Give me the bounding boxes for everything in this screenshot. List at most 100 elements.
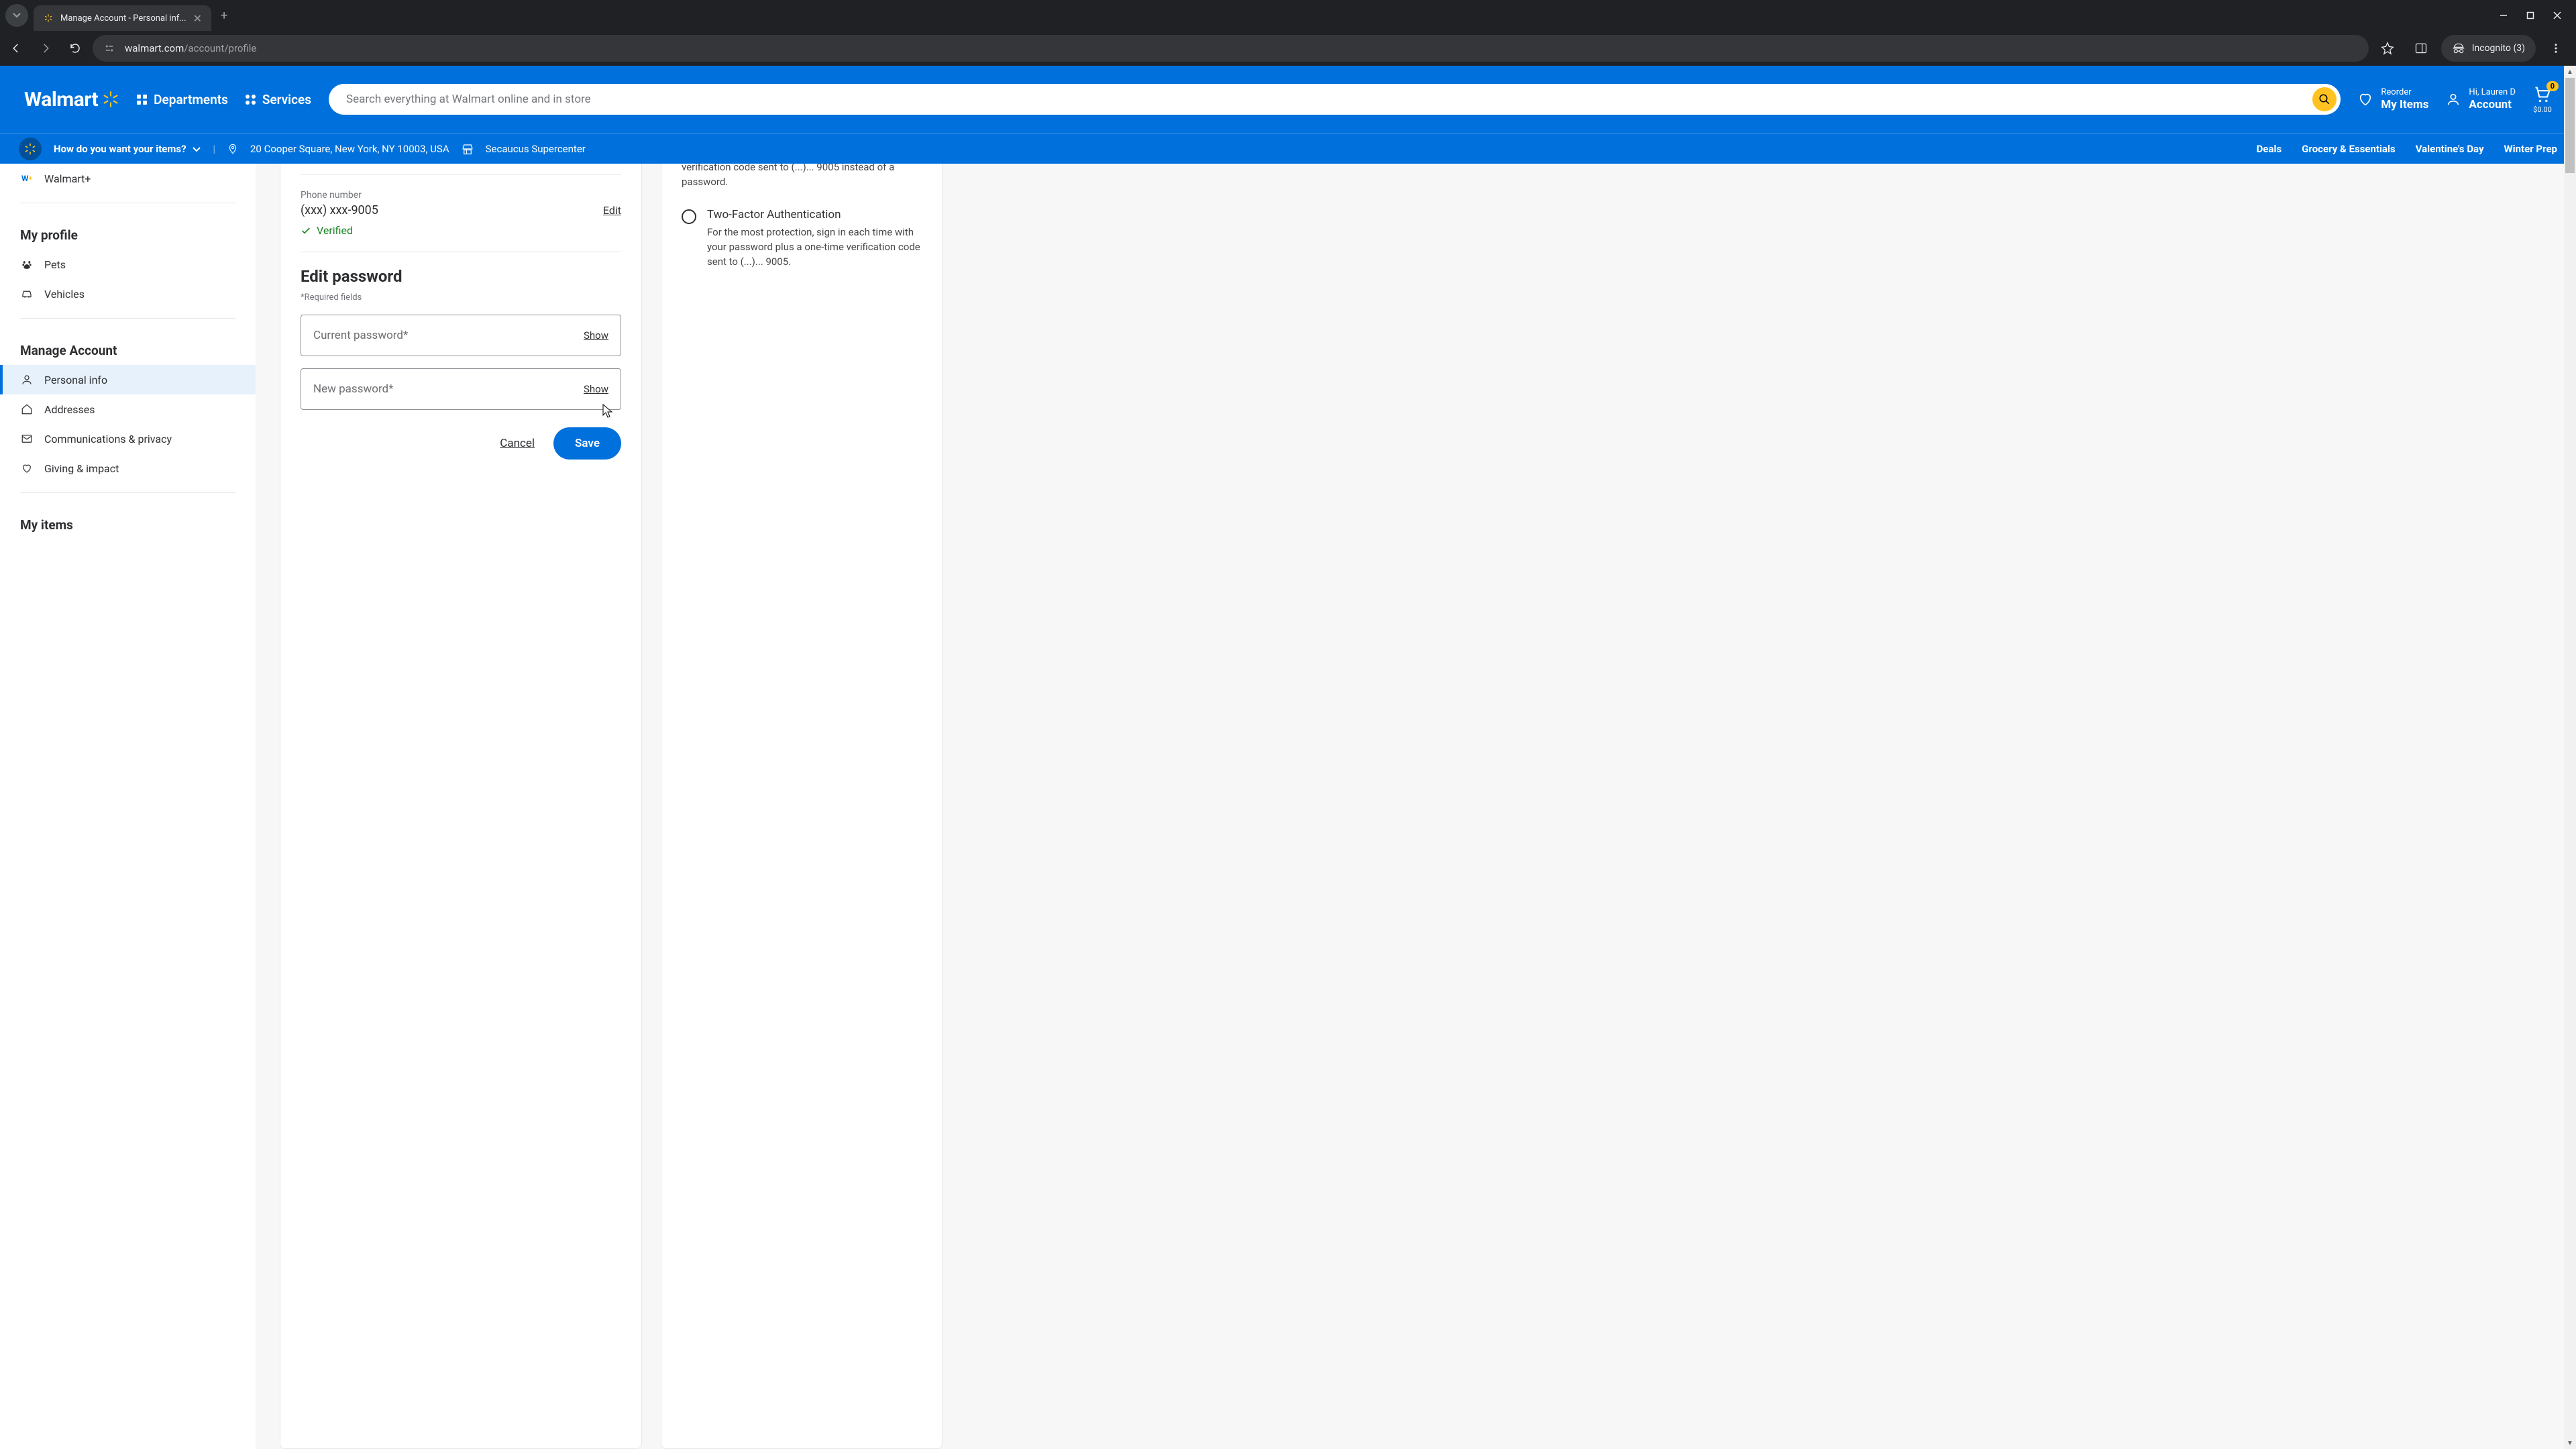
sidebar-item-pets[interactable]: Pets [0, 250, 256, 279]
services-label: Services [262, 92, 311, 107]
scroll-down-icon[interactable]: ▼ [2564, 1437, 2576, 1449]
forward-button[interactable] [34, 36, 58, 60]
scrollbar-thumb[interactable] [2565, 78, 2575, 173]
subnav-link[interactable]: Winter Prep [2504, 143, 2557, 155]
bookmark-button[interactable] [2374, 35, 2401, 62]
store-text[interactable]: Secaucus Supercenter [486, 143, 586, 155]
save-button[interactable]: Save [553, 427, 621, 460]
sidebar-item-vehicles[interactable]: Vehicles [0, 279, 256, 309]
content-area: W+ Walmart+ My profile Pets Vehicles Man… [0, 164, 2576, 1449]
address-text[interactable]: 20 Cooper Square, New York, NY 10003, US… [250, 143, 449, 155]
paw-icon [20, 258, 34, 271]
tab-bar: Manage Account - Personal inf... ✕ + [0, 0, 2576, 31]
url-domain: walmart.com [125, 42, 184, 54]
sidebar-item-communications[interactable]: Communications & privacy [0, 424, 256, 453]
account-text: Account [2469, 98, 2516, 111]
maximize-icon[interactable] [2526, 11, 2534, 19]
personal-info-card: 12de77e3@moodjoy.com Edit For extra secu… [280, 164, 642, 1449]
sidebar-item-addresses[interactable]: Addresses [0, 394, 256, 424]
cancel-button[interactable]: Cancel [500, 437, 535, 450]
logo-text: Walmart [24, 88, 98, 111]
grid-icon [137, 95, 147, 105]
walmart-subheader: How do you want your items? | 20 Cooper … [0, 133, 2576, 164]
search-bar [329, 84, 2341, 115]
show-current-password[interactable]: Show [584, 329, 608, 341]
walmart-header: Walmart Departments Services [0, 66, 2576, 164]
browser-chrome: Manage Account - Personal inf... ✕ + [0, 0, 2576, 66]
check-icon [301, 225, 311, 236]
account-link[interactable]: Hi, Lauren D Account [2446, 87, 2516, 111]
heart-hand-icon [20, 462, 34, 475]
site-settings-icon[interactable] [103, 42, 115, 54]
walmart-spark-icon [43, 13, 54, 23]
walmart-logo[interactable]: Walmart [24, 88, 119, 111]
phone-value: (xxx) xxx-9005 [301, 203, 378, 217]
scroll-up-icon[interactable]: ▲ [2564, 66, 2576, 78]
close-icon[interactable]: ✕ [193, 12, 202, 25]
sidebar-item-personal-info[interactable]: Personal info [0, 365, 256, 394]
sidebar-item-walmart-plus[interactable]: W+ Walmart+ [0, 164, 256, 193]
reorder-small: Reorder [2381, 87, 2428, 98]
new-password-placeholder: New password* [313, 382, 393, 396]
home-icon [20, 402, 34, 416]
location-chip-icon[interactable] [19, 138, 42, 160]
close-window-icon[interactable] [2553, 11, 2561, 19]
departments-label: Departments [154, 92, 228, 107]
sidebar-section-manage: Manage Account [0, 328, 256, 365]
twofa-description: For the most protection, sign in each ti… [707, 225, 922, 269]
subnav-link[interactable]: Deals [2257, 143, 2282, 155]
browser-tab[interactable]: Manage Account - Personal inf... ✕ [34, 5, 211, 31]
heart-icon [2358, 92, 2373, 107]
location-pin-icon [227, 144, 238, 154]
show-new-password[interactable]: Show [584, 383, 608, 395]
minimize-icon[interactable] [2500, 11, 2508, 19]
services-button[interactable]: Services [246, 92, 311, 107]
address-bar: walmart.com/account/profile Incognito (3… [0, 31, 2576, 66]
reorder-link[interactable]: Reorder My Items [2358, 87, 2428, 111]
walmart-spark-icon [102, 91, 119, 108]
store-icon [462, 143, 474, 155]
reload-button[interactable] [63, 36, 87, 60]
departments-button[interactable]: Departments [137, 92, 228, 107]
phone-label: Phone number [301, 190, 621, 201]
window-controls [2500, 11, 2571, 19]
services-icon [246, 95, 256, 105]
back-button[interactable] [4, 36, 28, 60]
passwordless-description: Keep your account safer by using an easy… [682, 164, 922, 189]
new-tab-button[interactable]: + [221, 9, 227, 23]
how-items-label[interactable]: How do you want your items? [54, 143, 201, 155]
current-password-placeholder: Current password* [313, 329, 408, 342]
required-fields-note: *Required fields [301, 292, 621, 303]
side-panel-button[interactable] [2408, 35, 2434, 62]
walmart-plus-icon: W+ [20, 172, 34, 185]
url-path: /account/profile [184, 42, 256, 54]
cart-count: 0 [2546, 81, 2559, 91]
tab-search-button[interactable] [5, 4, 28, 27]
user-icon [2446, 92, 2461, 107]
edit-phone-link[interactable]: Edit [603, 204, 621, 217]
page-scrollbar[interactable]: ▲ ▼ [2564, 66, 2576, 1449]
page-viewport: Walmart Departments Services [0, 66, 2576, 1449]
incognito-indicator[interactable]: Incognito (3) [2441, 35, 2536, 62]
edit-password-heading: Edit password [301, 267, 621, 286]
subnav-link[interactable]: Grocery & Essentials [2302, 143, 2395, 155]
chevron-down-icon [193, 146, 201, 154]
search-input[interactable] [346, 93, 2312, 106]
new-password-field[interactable]: New password* Show [301, 368, 621, 410]
twofa-option[interactable]: Two-Factor Authentication For the most p… [682, 208, 922, 269]
sidebar-section-items: My items [0, 502, 256, 539]
url-field[interactable]: walmart.com/account/profile [93, 35, 2369, 62]
user-icon [20, 373, 34, 386]
main-panels: 12de77e3@moodjoy.com Edit For extra secu… [256, 164, 2576, 1449]
chevron-down-icon [13, 11, 21, 19]
reorder-big: My Items [2381, 98, 2428, 111]
browser-menu-button[interactable] [2542, 35, 2569, 62]
subnav-link[interactable]: Valentine's Day [2416, 143, 2484, 155]
search-icon [2318, 93, 2330, 105]
search-button[interactable] [2312, 87, 2337, 111]
mail-icon [20, 432, 34, 445]
radio-unchecked-icon[interactable] [682, 209, 696, 224]
sidebar-item-giving[interactable]: Giving & impact [0, 453, 256, 483]
cart-button[interactable]: 0 $0.00 [2533, 85, 2552, 114]
current-password-field[interactable]: Current password* Show [301, 315, 621, 356]
